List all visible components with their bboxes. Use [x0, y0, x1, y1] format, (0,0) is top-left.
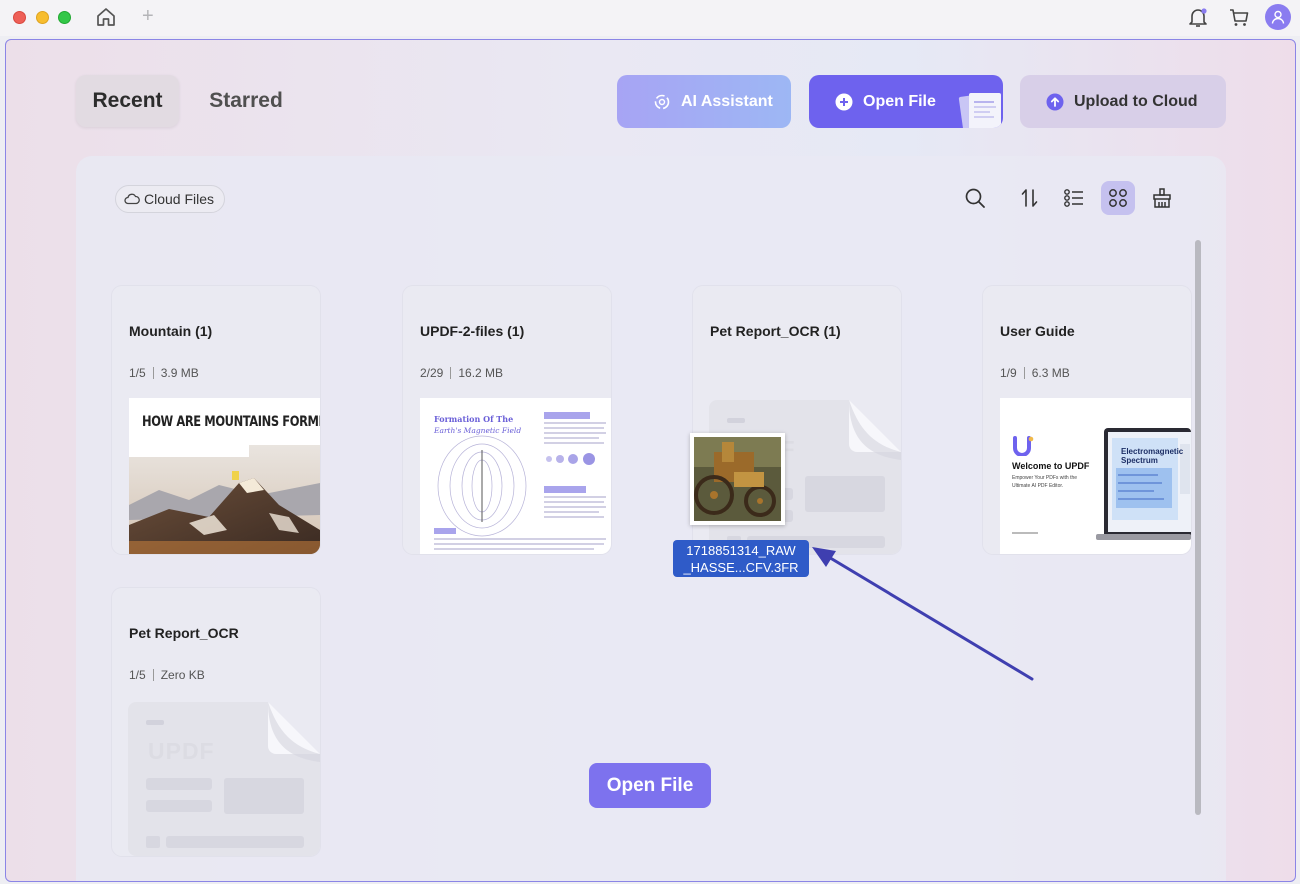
open-file-button[interactable]: Open File [809, 75, 1003, 128]
antique-engine-photo [694, 437, 781, 521]
thumb-subtext-1: Empower Your PDFs with the [1012, 475, 1078, 481]
new-tab-plus-icon[interactable]: + [142, 5, 154, 27]
cloud-files-button[interactable]: Cloud Files [115, 185, 226, 213]
file-meta: 1/5 3.9 MB [129, 366, 199, 380]
pdf-placeholder-thumbnail [128, 702, 320, 856]
cloud-files-label: Cloud Files [144, 191, 215, 207]
open-file-label: Open File [863, 92, 936, 110]
file-card-updf-2-files[interactable]: UPDF-2-files (1) 2/29 16.2 MB Formation … [403, 286, 611, 554]
search-button[interactable] [958, 181, 992, 215]
file-size: Zero KB [160, 668, 205, 682]
ai-assistant-label: AI Assistant [681, 92, 773, 110]
ai-assistant-button[interactable]: AI Assistant [617, 75, 791, 128]
vertical-scrollbar[interactable] [1193, 240, 1203, 880]
file-size: 3.9 MB [160, 366, 199, 380]
file-thumbnail: Formation Of The Earth's Magnetic Field [420, 398, 611, 554]
dragged-file-thumbnail[interactable] [690, 433, 785, 525]
upload-to-cloud-label: Upload to Cloud [1074, 92, 1198, 110]
bell-icon[interactable] [1187, 6, 1209, 28]
list-view-button[interactable] [1057, 181, 1091, 215]
grid-view-icon [1109, 189, 1127, 207]
file-name: User Guide [1000, 323, 1075, 339]
file-meta: 1/5 Zero KB [129, 668, 205, 682]
upload-to-cloud-button[interactable]: Upload to Cloud [1020, 75, 1226, 128]
thumb-heading: HOW ARE MOUNTAINS FORMED [142, 414, 320, 430]
home-icon[interactable] [95, 6, 117, 28]
file-card-user-guide[interactable]: User Guide 1/9 6.3 MB Welcome to UPDF Em… [983, 286, 1191, 554]
open-file-center-button[interactable]: Open File [589, 763, 711, 808]
magnetic-field-diagram [434, 412, 606, 550]
file-pages: 1/5 [129, 366, 146, 380]
sort-icon [1021, 189, 1038, 207]
documents-decoration-icon [958, 93, 1001, 128]
file-thumbnail: Welcome to UPDF Empower Your PDFs with t… [1000, 398, 1191, 554]
user-avatar[interactable] [1265, 4, 1291, 30]
mountain-photo [129, 445, 320, 554]
file-name: Pet Report_OCR (1) [710, 323, 841, 339]
close-window-button[interactable] [13, 11, 26, 24]
file-pages: 2/29 [420, 366, 444, 380]
dragged-file-label[interactable]: 1718851314_RAW _HASSE...CFV.3FR [673, 540, 809, 577]
file-name: Mountain (1) [129, 323, 213, 339]
clean-icon [1153, 188, 1171, 208]
thumb-subtext-2: Ultimate AI PDF Editor. [1012, 483, 1064, 489]
file-name: Pet Report_OCR [129, 625, 239, 641]
thumb-screen-title: Electromagnetic Spectrum [1121, 447, 1184, 465]
sort-button[interactable] [1013, 181, 1047, 215]
file-pages: 1/9 [1000, 366, 1017, 380]
file-card-pet-report-ocr[interactable]: Pet Report_OCR 1/5 Zero KB UPDF [112, 588, 320, 856]
title-bar: + [0, 0, 1300, 36]
scrollbar-thumb[interactable] [1195, 240, 1201, 815]
thumb-watermark: UPDF [148, 738, 215, 764]
upload-icon [1046, 93, 1064, 110]
file-name: UPDF-2-files (1) [420, 323, 525, 339]
tab-starred[interactable]: Starred [196, 75, 296, 127]
dragged-file-name-line1: 1718851314_RAW [686, 543, 796, 558]
thumb-heading: Welcome to UPDF [1012, 461, 1090, 471]
file-meta: 1/9 6.3 MB [1000, 366, 1070, 380]
dragged-file-name-line2: _HASSE...CFV.3FR [683, 560, 799, 575]
file-thumbnail: HOW ARE MOUNTAINS FORMED [129, 398, 320, 554]
updf-logo-icon [1013, 436, 1034, 456]
plus-circle-icon [835, 93, 853, 110]
file-pages: 1/5 [129, 668, 146, 682]
user-icon [1271, 10, 1285, 24]
ai-assistant-icon [654, 94, 670, 109]
cloud-icon [124, 193, 140, 205]
cart-icon[interactable] [1228, 6, 1250, 28]
tab-recent[interactable]: Recent [76, 75, 179, 127]
zoom-window-button[interactable] [58, 11, 71, 24]
annotation-arrow [812, 547, 1034, 681]
file-meta: 2/29 16.2 MB [420, 366, 503, 380]
search-icon [965, 188, 985, 208]
thumb-footer [1012, 532, 1038, 534]
grid-view-button[interactable] [1101, 181, 1135, 215]
file-size: 6.3 MB [1031, 366, 1070, 380]
main-window: Recent Starred AI Assistant Open File Up… [5, 39, 1296, 882]
list-view-icon [1064, 189, 1083, 207]
clean-button[interactable] [1145, 181, 1179, 215]
file-card-mountain[interactable]: Mountain (1) 1/5 3.9 MB HOW ARE MOUNTAIN… [112, 286, 320, 554]
laptop-illustration [1096, 428, 1191, 540]
file-size: 16.2 MB [458, 366, 504, 380]
minimize-window-button[interactable] [36, 11, 49, 24]
